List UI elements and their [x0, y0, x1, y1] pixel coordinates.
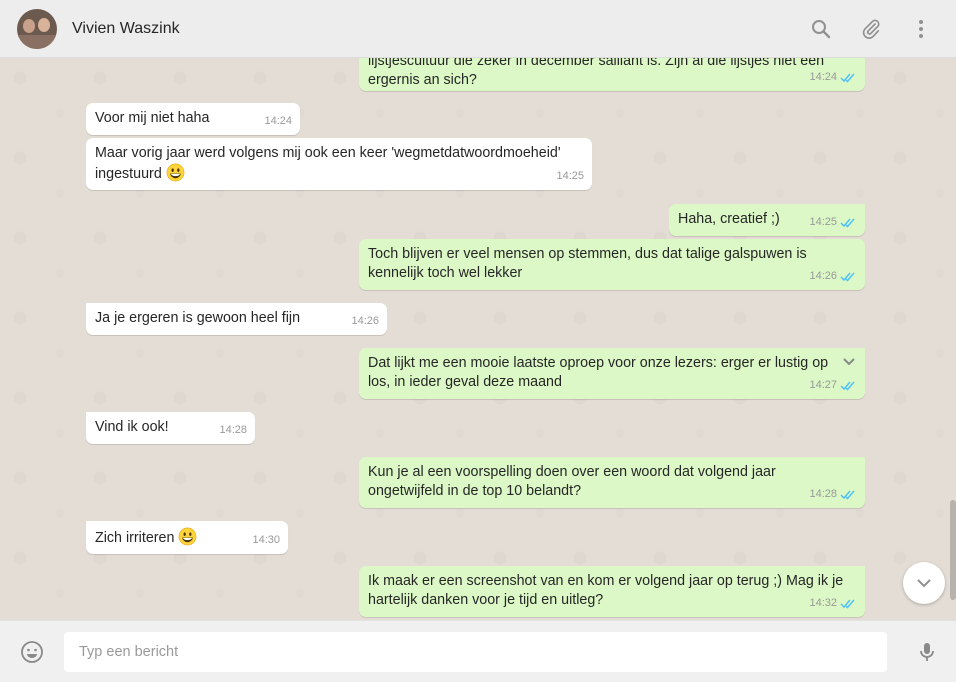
message-text: Ja je ergeren is gewoon heel fijn: [95, 310, 301, 326]
microphone-icon[interactable]: [915, 640, 939, 664]
message-time: 14:25: [809, 213, 856, 232]
message-text: ongetwijfeld in de top 10 belandt?: [368, 483, 582, 499]
message-time: 14:28: [219, 424, 247, 436]
message-list[interactable]: lijstjescultuur die zeker in december sa…: [0, 58, 956, 620]
message-outgoing[interactable]: lijstjescultuur die zeker in december sa…: [359, 58, 865, 91]
message-incoming[interactable]: Maar vorig jaar werd volgens mij ook een…: [86, 138, 592, 190]
message-time: 14:27: [809, 376, 856, 395]
message-incoming[interactable]: Voor mij niet haha 14:24: [86, 103, 300, 135]
message-text: ingestuurd: [95, 166, 162, 182]
search-icon[interactable]: [809, 17, 833, 41]
message-text: Zich irriteren: [95, 530, 175, 546]
chevron-down-icon: [917, 579, 931, 588]
message-text: Dat lijkt me een mooie laatste oproep vo…: [368, 355, 829, 371]
message-time: 14:28: [809, 485, 856, 504]
message-outgoing[interactable]: Ik maak er een screenshot van en kom er …: [359, 566, 865, 617]
message-outgoing[interactable]: Toch blijven er veel mensen op stemmen, …: [359, 239, 865, 290]
message-time: 14:26: [351, 315, 379, 327]
message-text: hartelijk danken voor je tijd en uitleg?: [368, 592, 604, 608]
message-incoming[interactable]: Ja je ergeren is gewoon heel fijn 14:26: [86, 303, 387, 335]
chat-header: Vivien Waszink: [0, 0, 956, 58]
message-time: 14:32: [809, 594, 856, 613]
message-text: Ik maak er een screenshot van en kom er …: [368, 573, 844, 589]
read-ticks-icon: [840, 599, 855, 609]
message-text: Kun je al een voorspelling doen over een…: [368, 464, 776, 480]
header-actions: [809, 17, 956, 41]
read-ticks-icon: [840, 272, 855, 282]
message-text: Maar vorig jaar werd volgens mij ook een…: [95, 145, 561, 161]
message-outgoing[interactable]: Haha, creatief ;) 14:25: [669, 204, 865, 236]
message-time: 14:24: [809, 68, 856, 87]
message-text: Haha, creatief ;): [678, 211, 780, 227]
scrollbar[interactable]: [950, 500, 956, 600]
avatar[interactable]: [17, 8, 57, 49]
message-time: 14:24: [264, 115, 292, 127]
paperclip-icon[interactable]: [859, 17, 883, 41]
contact-name[interactable]: Vivien Waszink: [72, 20, 180, 38]
message-input[interactable]: [64, 631, 887, 672]
more-vert-icon[interactable]: [909, 17, 933, 41]
message-outgoing[interactable]: Kun je al een voorspelling doen over een…: [359, 457, 865, 508]
read-ticks-icon: [840, 73, 855, 83]
message-time: 14:25: [556, 170, 584, 182]
message-text: los, in ieder geval deze maand: [368, 374, 562, 390]
message-time: 14:30: [252, 534, 280, 546]
grinning-face-emoji-icon: [166, 163, 185, 182]
message-text: lijstjescultuur die zeker in december sa…: [368, 58, 825, 69]
read-ticks-icon: [840, 218, 855, 228]
composer: [0, 620, 956, 682]
message-text: Voor mij niet haha: [95, 110, 210, 126]
message-text: Vind ik ook!: [95, 419, 169, 435]
read-ticks-icon: [840, 490, 855, 500]
message-text: kennelijk toch wel lekker: [368, 265, 523, 281]
message-time: 14:26: [809, 267, 856, 286]
read-ticks-icon: [840, 381, 855, 391]
smiley-icon[interactable]: [20, 640, 44, 664]
message-text: ergernis an sich?: [368, 72, 477, 88]
scroll-down-button[interactable]: [903, 562, 945, 604]
message-incoming[interactable]: Zich irriteren 14:30: [86, 521, 288, 554]
message-outgoing[interactable]: Dat lijkt me een mooie laatste oproep vo…: [359, 348, 865, 399]
message-text: Toch blijven er veel mensen op stemmen, …: [368, 246, 807, 262]
message-menu-chevron-icon[interactable]: [841, 354, 857, 370]
message-incoming[interactable]: Vind ik ook! 14:28: [86, 412, 255, 444]
grinning-face-emoji-icon: [179, 527, 197, 546]
